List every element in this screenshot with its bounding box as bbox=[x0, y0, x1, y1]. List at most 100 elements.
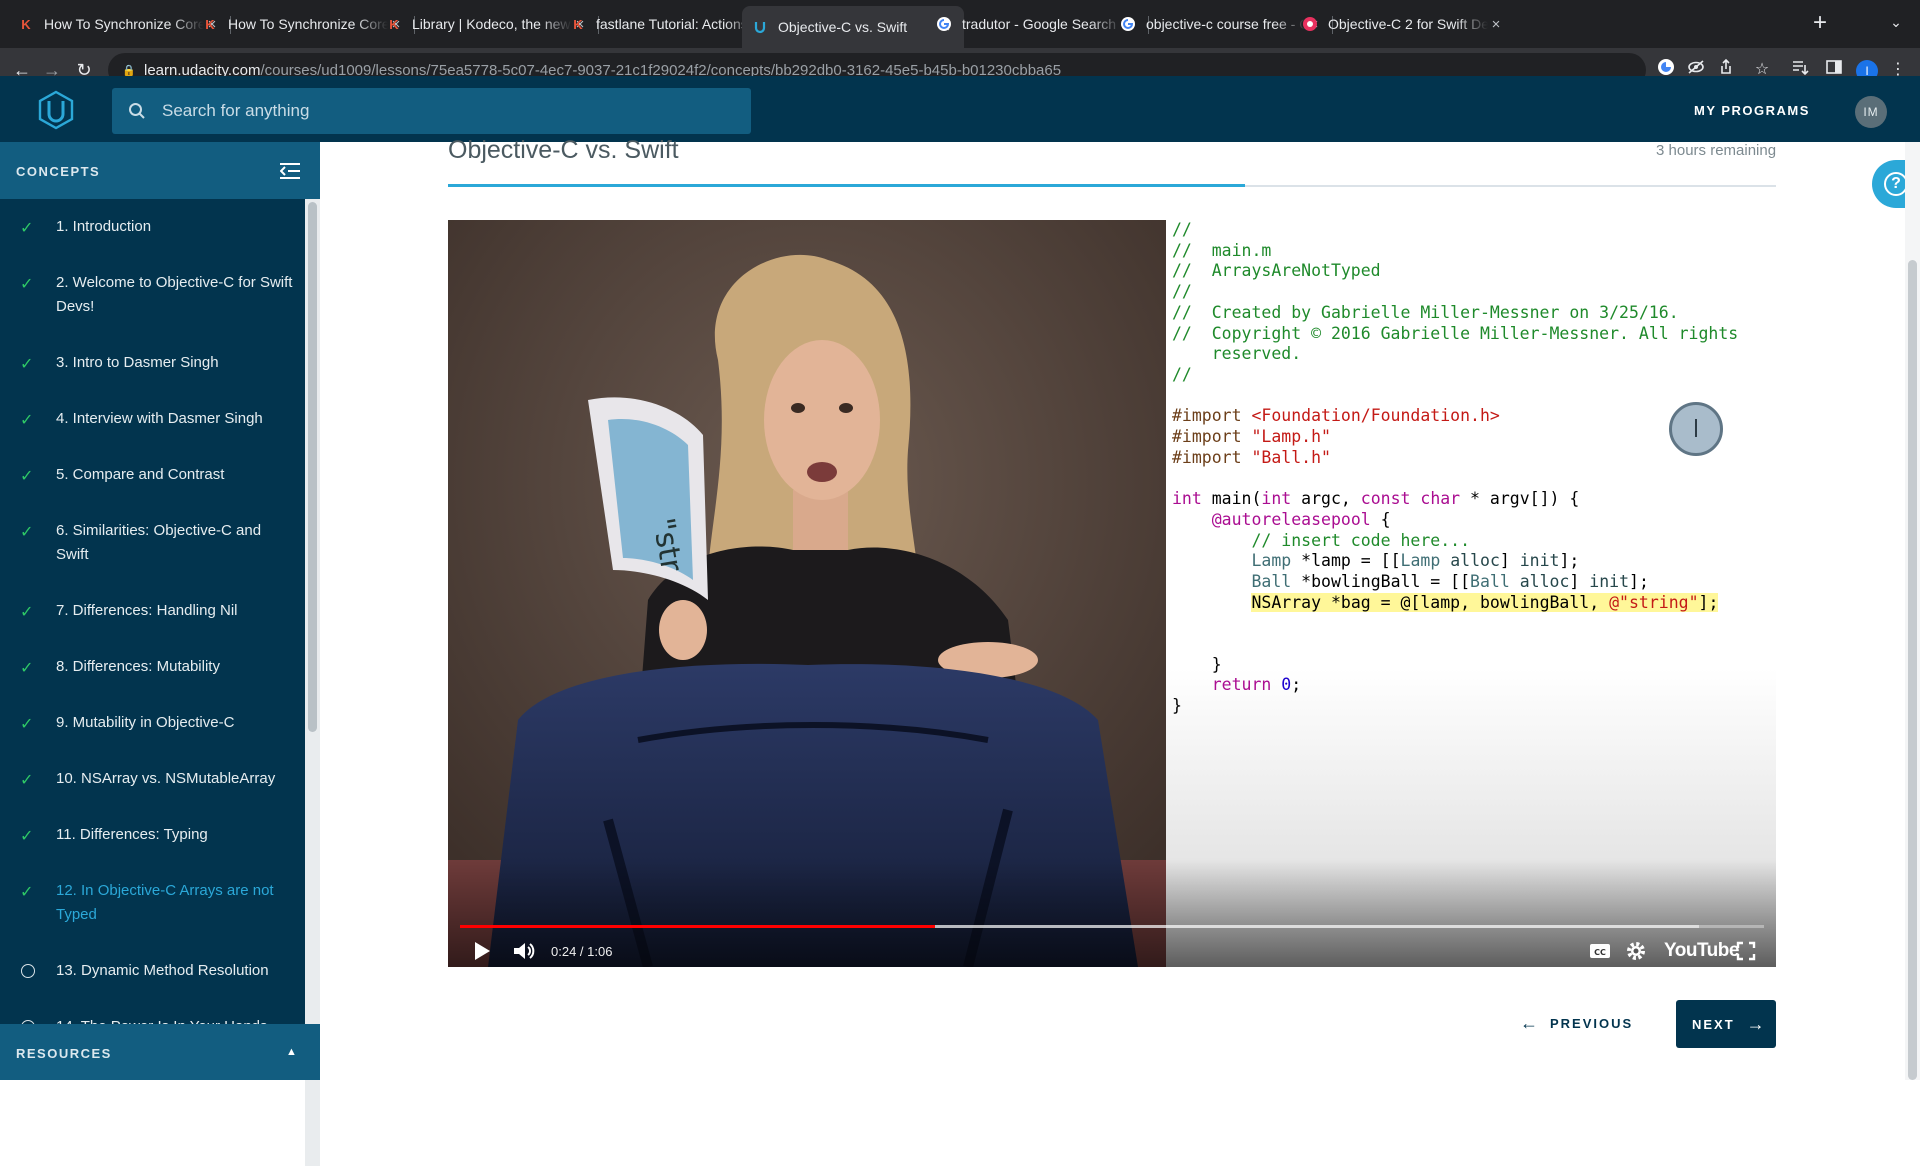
code-line: return 0; bbox=[1172, 675, 1738, 696]
new-tab-button[interactable]: + bbox=[1808, 11, 1832, 36]
lesson-item[interactable]: ✓ 10. NSArray vs. NSMutableArray bbox=[0, 751, 305, 807]
checkmark-icon: ✓ bbox=[20, 220, 34, 237]
lesson-item[interactable]: ✓ 1. Introduction bbox=[0, 199, 305, 255]
lesson-progress-fill bbox=[448, 184, 1245, 187]
lesson-label: 4. Interview with Dasmer Singh bbox=[56, 410, 263, 427]
code-line: // Created by Gabrielle Miller-Messner o… bbox=[1172, 303, 1738, 324]
code-token: alloc bbox=[1519, 571, 1570, 591]
code-token: int bbox=[1172, 489, 1202, 509]
volume-icon bbox=[514, 943, 535, 959]
concept-title: Objective-C vs. Swift bbox=[448, 136, 679, 164]
close-tab-icon[interactable]: × bbox=[1488, 16, 1504, 33]
code-token: <Foundation/Foundation.h> bbox=[1251, 406, 1500, 426]
volume-button[interactable] bbox=[510, 937, 538, 965]
fullscreen-button[interactable] bbox=[1732, 937, 1760, 965]
code-token: // bbox=[1172, 220, 1192, 239]
browser-tab-title: How To Synchronize Core Data bbox=[44, 16, 204, 32]
udemy-favicon-icon bbox=[1302, 16, 1318, 32]
code-token: // Created by Gabrielle Miller-Messner o… bbox=[1172, 302, 1679, 322]
lesson-item[interactable]: ✓ 12. In Objective-C Arrays are not Typed bbox=[0, 863, 305, 943]
code-token: // main.m bbox=[1172, 240, 1272, 260]
lesson-label: 5. Compare and Contrast bbox=[56, 466, 225, 483]
google-favicon-icon bbox=[1120, 16, 1136, 32]
code-token: ] bbox=[1569, 571, 1590, 591]
code-token: Ball bbox=[1251, 571, 1292, 591]
presenter-illustration: "str bbox=[448, 220, 1166, 967]
code-token: ]; bbox=[1559, 551, 1580, 571]
code-line: } bbox=[1172, 696, 1738, 717]
code-token: alloc bbox=[1450, 551, 1500, 571]
previous-button[interactable]: ← PREVIOUS bbox=[1520, 1005, 1633, 1041]
code-token: ; bbox=[1291, 675, 1302, 695]
lesson-item[interactable]: ✓ 11. Differences: Typing bbox=[0, 807, 305, 863]
code-token: reserved. bbox=[1172, 344, 1302, 364]
tab-search-chevron-icon[interactable]: ⌄ bbox=[1886, 14, 1906, 34]
kodeco-favicon-icon: K bbox=[573, 16, 583, 32]
lesson-item[interactable]: ✓ 5. Compare and Contrast bbox=[0, 447, 305, 503]
lesson-item[interactable]: ✓ 4. Interview with Dasmer Singh bbox=[0, 391, 305, 447]
code-listing: //// main.m// ArraysAreNotTyped//// Crea… bbox=[1172, 220, 1738, 717]
lesson-label: 1. Introduction bbox=[56, 218, 152, 235]
video-player[interactable]: "str //// main.m// ArraysAreNotTyped////… bbox=[448, 220, 1776, 967]
sidebar-scrollbar-thumb[interactable] bbox=[308, 202, 317, 732]
udacity-logo-icon[interactable] bbox=[36, 90, 76, 130]
code-token: main( bbox=[1201, 489, 1262, 509]
user-avatar[interactable]: IM bbox=[1855, 96, 1887, 128]
browser-tab[interactable]: Objective-C 2 for Swift Developers× bbox=[1292, 8, 1514, 40]
settings-button[interactable] bbox=[1622, 937, 1650, 965]
code-line: // bbox=[1172, 365, 1738, 386]
arrow-right-icon: → bbox=[1746, 1013, 1765, 1034]
captions-button[interactable]: CC bbox=[1586, 937, 1614, 965]
lesson-item[interactable]: ✓ 6. Similarities: Objective-C and Swift bbox=[0, 503, 305, 583]
lesson-item[interactable]: 13. Dynamic Method Resolution bbox=[0, 943, 305, 999]
video-played-bar[interactable] bbox=[460, 925, 935, 928]
checkmark-icon: ✓ bbox=[20, 276, 34, 293]
code-token: #import bbox=[1172, 427, 1252, 447]
code-line: #import "Ball.h" bbox=[1172, 448, 1738, 469]
lesson-label: 7. Differences: Handling Nil bbox=[56, 602, 238, 619]
youtube-logo[interactable]: YouTube bbox=[1664, 937, 1739, 965]
my-programs-link[interactable]: MY PROGRAMS bbox=[1694, 103, 1810, 118]
code-line: #import "Lamp.h" bbox=[1172, 427, 1738, 448]
svg-text:CC: CC bbox=[1594, 948, 1606, 957]
checkmark-icon: ✓ bbox=[20, 660, 34, 677]
concepts-heading-label: CONCEPTS bbox=[16, 164, 101, 179]
code-line: int main(int argc, const char * argv[]) … bbox=[1172, 489, 1738, 510]
page-scrollbar-thumb[interactable] bbox=[1908, 260, 1917, 1080]
browser-tab-title: fastlane Tutorial: Actions and Plugins bbox=[596, 16, 756, 32]
lesson-item[interactable]: ✓ 8. Differences: Mutability bbox=[0, 639, 305, 695]
lesson-item[interactable]: ✓ 9. Mutability in Objective-C bbox=[0, 695, 305, 751]
next-button[interactable]: NEXT → bbox=[1676, 1000, 1776, 1048]
checkmark-icon: ✓ bbox=[20, 468, 34, 485]
code-line: Lamp *lamp = [[Lamp alloc] init]; bbox=[1172, 551, 1738, 572]
code-token: "Lamp.h" bbox=[1251, 427, 1331, 447]
code-line: #import <Foundation/Foundation.h> bbox=[1172, 406, 1738, 427]
next-label: NEXT bbox=[1692, 1016, 1735, 1032]
video-frame-presenter: "str bbox=[448, 220, 1166, 967]
code-token: init bbox=[1519, 551, 1560, 571]
collapse-sidebar-icon[interactable] bbox=[280, 162, 300, 180]
code-token: #import bbox=[1172, 406, 1252, 426]
lesson-item[interactable]: ✓ 7. Differences: Handling Nil bbox=[0, 583, 305, 639]
code-token: // ArraysAreNotTyped bbox=[1172, 261, 1381, 281]
search-bar[interactable]: Search for anything bbox=[112, 88, 751, 134]
resources-toggle[interactable]: RESOURCES ▲ bbox=[0, 1024, 320, 1080]
play-button[interactable] bbox=[468, 937, 496, 965]
lesson-item[interactable]: ✓ 3. Intro to Dasmer Singh bbox=[0, 335, 305, 391]
code-token: @"string" bbox=[1609, 592, 1699, 612]
code-token: "Ball.h" bbox=[1251, 447, 1331, 467]
checkmark-icon: ✓ bbox=[20, 884, 34, 901]
code-line: // ArraysAreNotTyped bbox=[1172, 261, 1738, 282]
lesson-label: 12. In Objective-C Arrays are not Typed bbox=[56, 882, 274, 923]
lesson-item[interactable]: ✓ 2. Welcome to Objective-C for Swift Dev… bbox=[0, 255, 305, 335]
code-token: const char bbox=[1360, 489, 1461, 509]
code-token: @autoreleasepool bbox=[1211, 509, 1371, 529]
